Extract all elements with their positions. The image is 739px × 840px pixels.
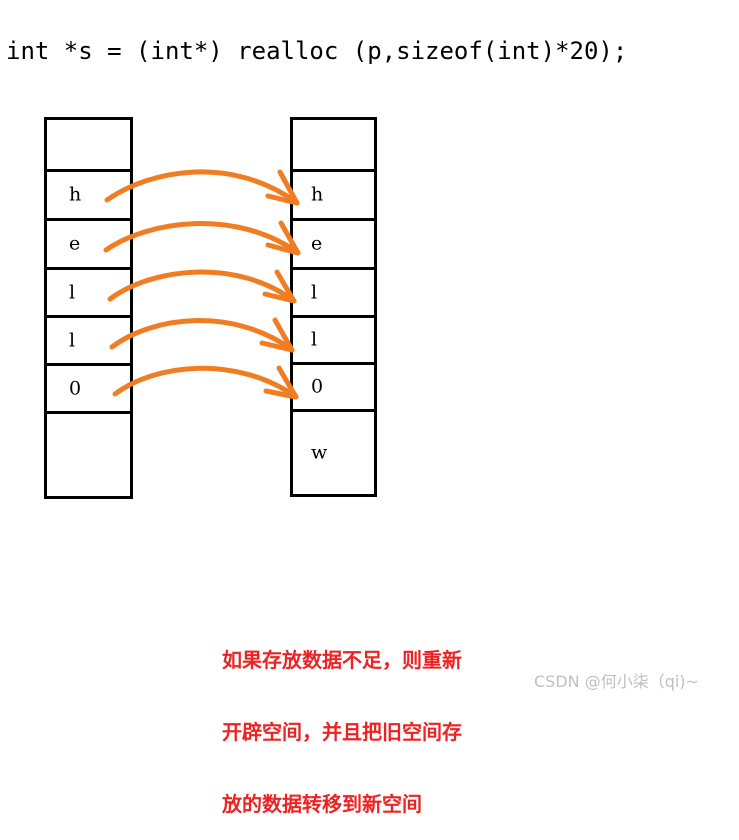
explanation-caption: 如果存放数据不足，则重新 开辟空间，并且把旧空间存 放的数据转移到新空间 [222,600,462,840]
arrow-copy-0 [112,365,299,400]
arrow-copy-e [103,220,301,256]
new-cell-0 [293,120,374,172]
new-cell-5-label: 0 [311,375,324,398]
caption-line-3: 放的数据转移到新空间 [222,792,422,816]
csdn-watermark: CSDN @何小柒（qi)~ [534,672,699,691]
new-cell-2-label: e [311,232,323,255]
old-cell-0 [47,120,130,172]
caption-line-1: 如果存放数据不足，则重新 [222,648,462,672]
arrow-copy-l2 [109,317,295,353]
old-cell-1-label: h [69,183,82,206]
old-cell-3: l [47,270,130,318]
old-memory-block: h e l l 0 [44,117,133,499]
old-cell-5-label: 0 [69,377,82,399]
new-cell-3-label: l [311,281,318,303]
old-cell-4-label: l [69,329,76,351]
new-cell-4: l [293,318,374,365]
new-memory-block: h e l l 0 w [290,117,377,497]
new-cell-5: 0 [293,365,374,412]
new-cell-1: h [293,172,374,221]
old-cell-3-label: l [69,281,76,303]
old-cell-1: h [47,172,130,221]
new-cell-6: w [293,412,374,494]
new-cell-1-label: h [311,183,324,206]
arrow-copy-l1 [107,269,297,304]
old-cell-2-label: e [69,232,81,255]
old-cell-2: e [47,221,130,270]
old-cell-6 [47,414,130,496]
arrow-copy-h [104,169,300,206]
new-cell-2: e [293,221,374,270]
code-line: int *s = (int*) realloc (p,sizeof(int)*2… [6,37,628,65]
new-cell-3: l [293,270,374,318]
new-cell-4-label: l [311,328,318,351]
old-cell-4: l [47,318,130,366]
new-cell-6-label: w [311,441,328,464]
old-cell-5: 0 [47,366,130,414]
caption-line-2: 开辟空间，并且把旧空间存 [222,720,462,744]
